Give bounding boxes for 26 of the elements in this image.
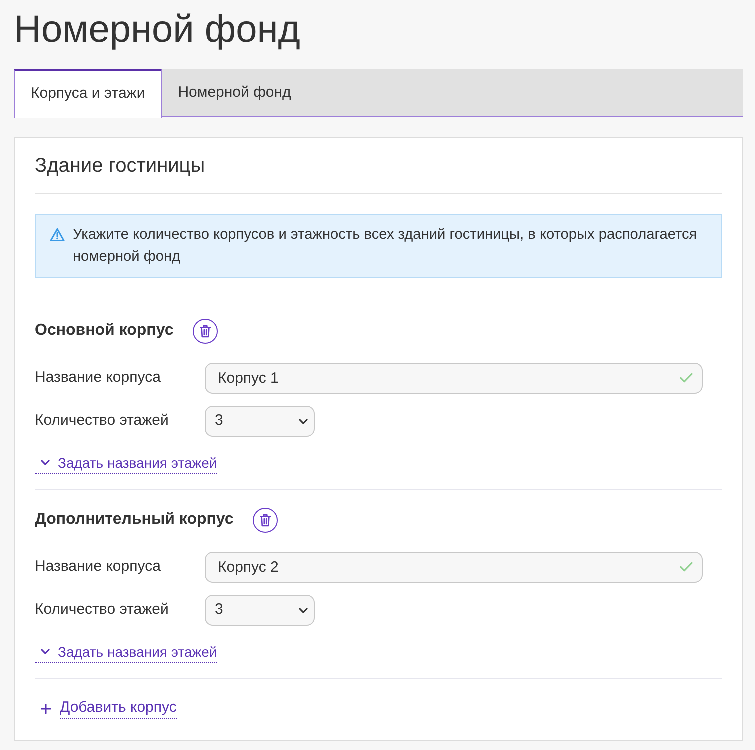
building-heading: Дополнительный корпус: [35, 510, 234, 530]
tab[interactable]: Корпуса и этажи: [14, 69, 162, 118]
field-label: Название корпуса: [35, 368, 162, 388]
trash-icon: [200, 324, 211, 338]
card-title: Здание гостиницы: [35, 138, 722, 194]
floors-select[interactable]: 3: [205, 406, 315, 437]
field-label: Количество этажей: [35, 600, 170, 620]
floor-names-link[interactable]: Задать названия этажей: [35, 644, 218, 663]
plus-icon: [41, 704, 51, 714]
alert-text: Укажите количество корпусов и этажность всех зданий гостиницы, в которых располагается номерной фонд: [73, 226, 698, 267]
chevron-down-icon: [299, 608, 308, 614]
building-heading: Основной корпус: [35, 321, 174, 341]
delete-button[interactable]: [192, 318, 218, 344]
field-label: Название корпуса: [35, 557, 162, 578]
chevron-down-icon: [299, 418, 308, 424]
tab[interactable]: Номерной фонд: [162, 69, 308, 117]
warning-icon: [50, 228, 65, 242]
delete-button[interactable]: [252, 508, 278, 532]
add-building-link[interactable]: Добавить корпус: [35, 699, 177, 719]
floor-names-link[interactable]: Задать названия этажей: [35, 455, 218, 474]
page-title: Номерной фонд: [14, 8, 302, 53]
name-input-field[interactable]: Корпус 2: [205, 552, 703, 583]
field-label: Количество этажей: [35, 411, 170, 432]
name-input-field[interactable]: Корпус 1: [205, 363, 703, 394]
trash-icon: [260, 514, 271, 526]
floors-select[interactable]: 3: [205, 595, 315, 626]
